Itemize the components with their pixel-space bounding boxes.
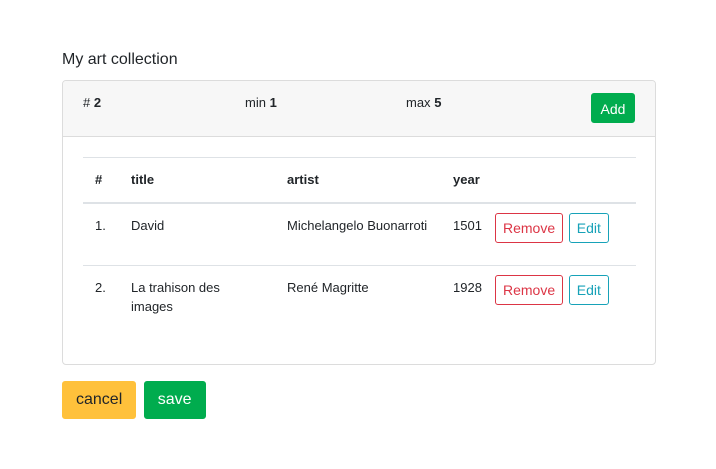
save-button[interactable]: save [143,381,206,419]
row-number: 2. [83,265,119,329]
form-footer: cancel save [62,381,206,419]
max-items-label: max [406,95,431,110]
row-artist: Michelangelo Buonarroti [287,217,428,233]
collection-header: # 2 min 1 max 5 Add [63,81,655,137]
collection-table: # title artist year 1. David Michelangel… [83,157,636,329]
add-button[interactable]: Add [591,93,635,123]
table-row: 1. David Michelangelo Buonarroti 1501 Re… [83,203,636,266]
edit-button[interactable]: Edit [568,275,609,305]
row-artist: René Magritte [275,265,441,329]
row-year: 1928 [441,265,495,329]
column-header-artist: artist [275,157,441,204]
column-header-year: year [441,157,495,204]
row-title: David [131,217,165,233]
table-row: 2. La trahison des images René Magritte … [83,265,636,329]
min-items-label: min [245,95,266,110]
row-year: 1501 [453,217,482,233]
row-actions: Remove Edit [495,203,636,266]
table-header-row: # title artist year [83,157,636,204]
row-title: La trahison des images [119,265,275,329]
column-header-title: title [119,157,275,204]
max-items: max 5 [406,95,441,111]
item-count-value: 2 [93,95,102,110]
min-items-value: 1 [269,95,277,110]
collection-body: # title artist year 1. David Michelangel… [63,137,655,329]
remove-button[interactable]: Remove [495,212,564,243]
remove-button[interactable]: Remove [495,275,564,305]
row-number: 1. [95,217,106,233]
min-items: min 1 [245,95,277,111]
art-collection-form: My art collection # 2 min 1 max 5 Add # [62,48,656,365]
collection-card: # 2 min 1 max 5 Add # title artist year … [62,80,656,365]
item-count: # 2 [83,95,101,111]
column-header-number: # [83,157,119,204]
cancel-button[interactable]: cancel [62,381,137,419]
item-count-label: # [83,95,91,110]
section-title: My art collection [62,51,178,68]
row-actions: Remove Edit [495,265,636,329]
max-items-value: 5 [434,95,442,110]
edit-button[interactable]: Edit [568,212,609,243]
column-header-actions [495,157,636,204]
